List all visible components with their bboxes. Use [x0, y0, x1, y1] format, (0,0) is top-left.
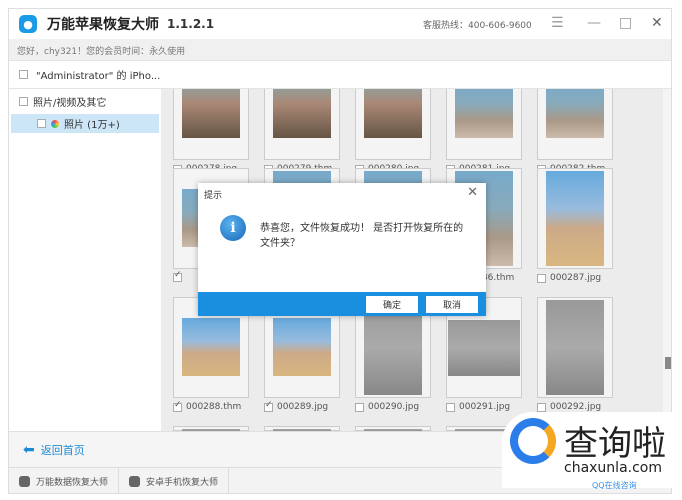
qq-consult-link[interactable]: QQ在线咨询: [592, 480, 637, 491]
photo-checkbox[interactable]: [173, 400, 182, 412]
title-bar: ● 万能苹果恢复大师 1.1.2.1 客服热线：400-606-9600 ☰ —…: [9, 9, 671, 39]
photo-thumbnail[interactable]: [537, 297, 613, 398]
photo-image: [364, 89, 422, 138]
photo-thumbnail[interactable]: [537, 168, 613, 269]
footer-tab-data-recovery[interactable]: 万能数据恢复大师: [9, 468, 120, 493]
photo-image: [455, 89, 513, 138]
dialog-footer: 确定 取消: [198, 292, 486, 316]
minimize-button[interactable]: —: [587, 15, 601, 31]
close-button[interactable]: ✕: [651, 15, 663, 31]
data-recovery-icon: [19, 476, 30, 487]
photos-icon: [51, 119, 59, 128]
sidebar: 照片/视频及其它 照片 (1万+): [9, 89, 161, 431]
sidebar-item-media[interactable]: 照片/视频及其它: [9, 89, 161, 114]
photo-filename: 000290.jpg: [368, 402, 420, 412]
app-title: 万能苹果恢复大师: [47, 17, 159, 33]
watermark-logo: 查询啦 chaxunla.com: [502, 412, 680, 488]
scrollbar-thumb[interactable]: [665, 357, 671, 369]
device-label: "Administrator" 的 iPho...: [36, 71, 161, 82]
maximize-button[interactable]: □: [619, 15, 632, 31]
photo-thumbnail[interactable]: [264, 89, 340, 160]
photo-checkbox[interactable]: [173, 270, 182, 282]
photo-filename: 000288.thm: [186, 402, 242, 412]
apple-logo-icon: ●: [19, 15, 37, 33]
greeting: 您好，chy321！您的会员时间：永久使用: [9, 39, 671, 61]
photo-filename: 000287.jpg: [550, 273, 602, 283]
android-recovery-icon: [129, 476, 141, 487]
photo-image: [546, 89, 604, 138]
watermark-text: 查询啦: [564, 424, 666, 464]
watermark-q-icon: [510, 418, 556, 464]
photo-thumbnail[interactable]: [446, 89, 522, 160]
photo-label[interactable]: [173, 270, 186, 282]
photo-filename: 000291.jpg: [459, 402, 511, 412]
back-arrow-icon: ⬅: [23, 441, 35, 458]
photo-thumbnail[interactable]: [173, 89, 249, 160]
photo-filename: 000292.jpg: [550, 402, 602, 412]
device-checkbox[interactable]: [19, 70, 28, 79]
photo-image: [546, 300, 604, 395]
watermark-url: chaxunla.com: [564, 460, 662, 476]
sidebar-item-label: 照片 (1万+): [64, 120, 120, 131]
photo-label[interactable]: 000290.jpg: [355, 402, 419, 412]
app-version: 1.1.2.1: [167, 17, 215, 31]
photo-image: [182, 318, 240, 376]
photo-thumbnail[interactable]: [537, 89, 613, 160]
back-home-label: 返回首页: [40, 443, 85, 457]
dialog-message: 恭喜您，文件恢复成功！ 是否打开恢复所在的文件夹？: [260, 223, 464, 249]
scrollbar[interactable]: [663, 89, 671, 431]
photo-image: [448, 320, 520, 376]
photo-image: [546, 171, 604, 266]
photo-checkbox[interactable]: [537, 402, 546, 412]
photo-checkbox[interactable]: [264, 400, 273, 412]
photo-label[interactable]: 000291.jpg: [446, 402, 510, 412]
footer-tab-label: 安卓手机恢复大师: [146, 478, 219, 488]
sidebar-item-label: 照片/视频及其它: [33, 98, 107, 109]
photo-checkbox[interactable]: [446, 402, 455, 412]
footer-tab-android-recovery[interactable]: 安卓手机恢复大师: [119, 468, 230, 493]
info-icon: i: [220, 215, 246, 241]
photo-label[interactable]: 000288.thm: [173, 400, 242, 412]
photo-checkbox[interactable]: [537, 273, 546, 283]
photo-filename: 000289.jpg: [277, 402, 329, 412]
ok-button[interactable]: 确定: [366, 296, 418, 313]
hotline: 客服热线：400-606-9600: [423, 21, 532, 31]
photo-thumbnail[interactable]: [355, 89, 431, 160]
dialog-title: 提示: [204, 191, 223, 201]
checkbox[interactable]: [37, 119, 46, 128]
menu-icon[interactable]: ☰: [551, 15, 564, 31]
photo-checkbox[interactable]: [355, 402, 364, 412]
photo-label[interactable]: 000292.jpg: [537, 402, 601, 412]
checkbox[interactable]: [19, 97, 28, 106]
photo-image: [273, 89, 331, 138]
footer-tab-label: 万能数据恢复大师: [36, 478, 109, 488]
photo-image: [273, 318, 331, 376]
photo-label[interactable]: 000289.jpg: [264, 400, 329, 412]
device-row[interactable]: "Administrator" 的 iPho...: [9, 61, 671, 89]
photo-label[interactable]: 000287.jpg: [537, 273, 601, 283]
photo-image: [182, 89, 240, 138]
sidebar-item-photos[interactable]: 照片 (1万+): [11, 114, 159, 133]
dialog-close-icon[interactable]: ✕: [467, 185, 478, 200]
success-dialog: 提示 ✕ i 恭喜您，文件恢复成功！ 是否打开恢复所在的文件夹？ 确定 取消: [198, 183, 486, 316]
cancel-button[interactable]: 取消: [426, 296, 478, 313]
